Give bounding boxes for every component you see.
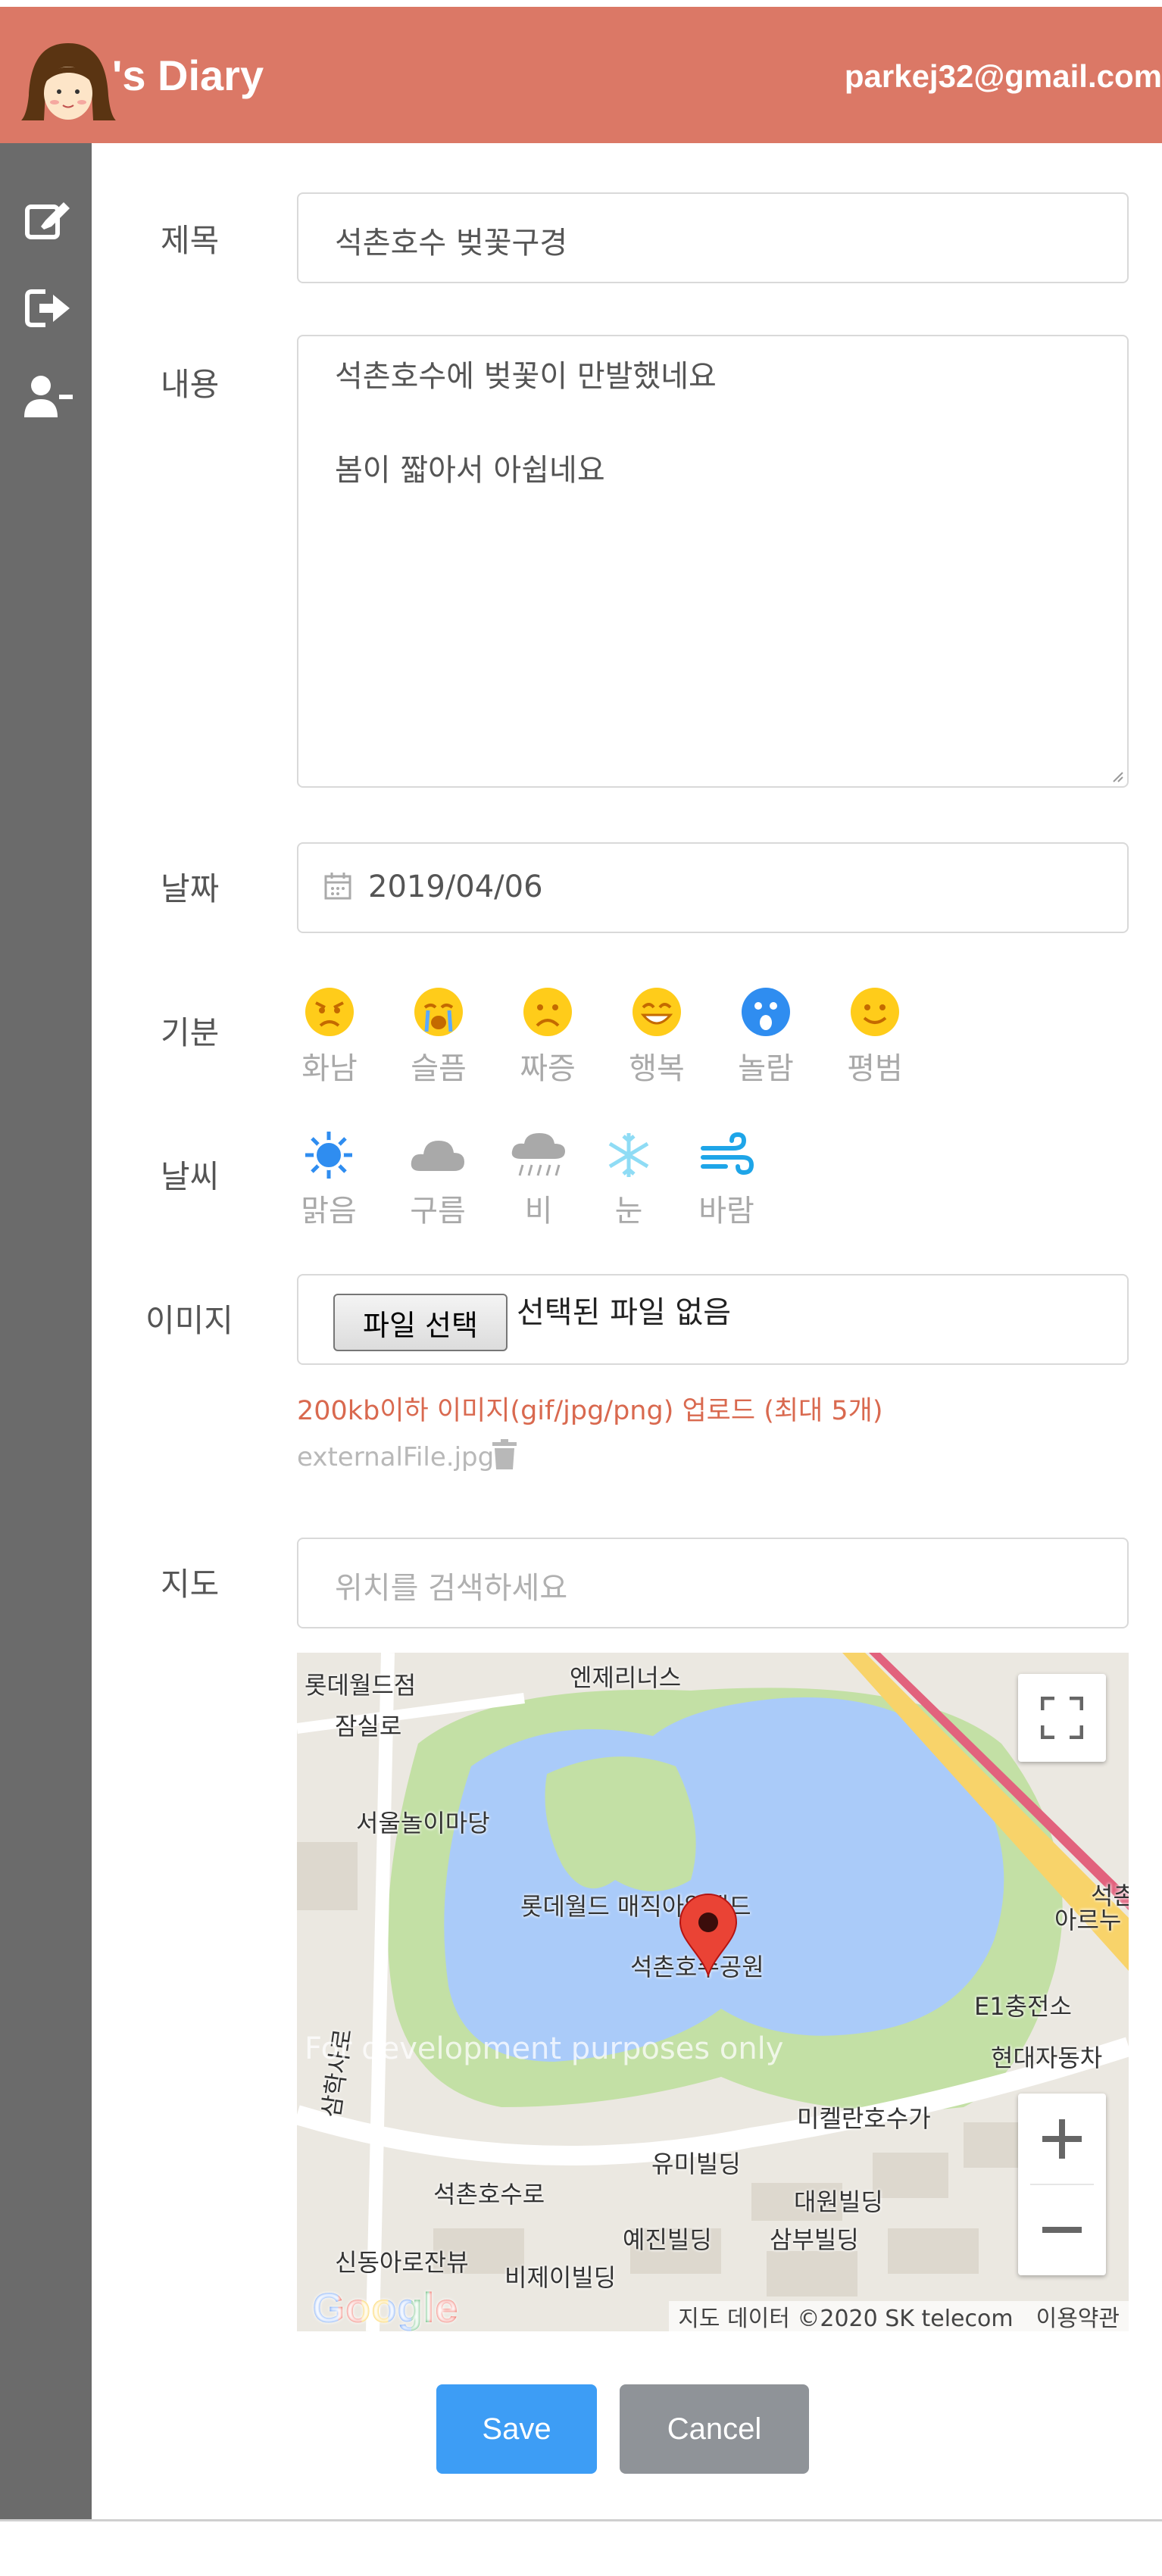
trash-icon[interactable] xyxy=(492,1439,517,1469)
edit-icon[interactable] xyxy=(23,198,73,243)
image-upload-hint: 200kb이하 이미지(gif/jpg/png) 업로드 (최대 5개) xyxy=(297,1396,883,1426)
map-road-label: 석촌호수로 xyxy=(433,2180,545,2209)
map-place-label: 예진빌딩 xyxy=(623,2225,712,2254)
zoom-in-icon[interactable] xyxy=(1039,2116,1085,2162)
content-label: 내용 xyxy=(161,366,220,403)
google-logo: Google xyxy=(312,2283,458,2331)
map-label: 지도 xyxy=(161,1566,220,1603)
title-label: 제목 xyxy=(161,222,220,259)
map-place-label: 비제이빌딩 xyxy=(504,2263,617,2292)
crying-face-icon xyxy=(414,988,463,1036)
map-terms-link[interactable]: 이용약관 xyxy=(1036,2300,1120,2331)
mood-label: 기분 xyxy=(161,1014,220,1051)
content-line-2: 봄이 짧아서 아쉽네요 xyxy=(335,453,605,488)
map-search-input[interactable]: 위치를 검색하세요 xyxy=(297,1538,1129,1628)
title-input-value: 석촌호수 벚꽃구경 xyxy=(335,226,568,261)
weather-option-snow[interactable]: 눈 xyxy=(587,1132,670,1230)
rain-icon xyxy=(511,1133,565,1176)
map-place-label: 미켈란호수가 xyxy=(797,2104,931,2133)
app-header: 's Diary parkej32@gmail.com xyxy=(0,7,1162,143)
angry-face-icon xyxy=(305,988,354,1036)
map-place-label: 서울놀이마당 xyxy=(356,1809,490,1838)
mood-option-sad[interactable]: 슬픔 xyxy=(401,986,476,1088)
file-select-button[interactable]: 파일 선택 xyxy=(333,1294,508,1351)
map-data-attribution: 지도 데이터 ©2020 SK telecom xyxy=(678,2306,1014,2331)
map-view[interactable]: 롯데월드점 엔제리너스 잠실로 서울놀이마당 롯데월드 매직아일랜드 석촌호수공… xyxy=(297,1653,1129,2331)
snowflake-icon xyxy=(608,1133,649,1177)
logout-icon[interactable] xyxy=(23,286,73,331)
map-attribution: 지도 데이터 ©2020 SK telecom 이용약관 xyxy=(669,2301,1129,2331)
google-logo-text: Google xyxy=(312,2284,458,2331)
map-watermark: For development purposes only xyxy=(305,2031,784,2066)
map-place-label: 유미빌딩 xyxy=(651,2150,741,2178)
mood-option-happy[interactable]: 행복 xyxy=(619,986,695,1088)
brand-title: 's Diary xyxy=(112,52,264,99)
mood-label-happy: 행복 xyxy=(629,1051,685,1086)
mood-option-neutral[interactable]: 평범 xyxy=(837,986,913,1088)
save-button[interactable]: Save xyxy=(436,2384,597,2474)
cloud-icon xyxy=(411,1141,464,1171)
weather-label-cloudy: 구름 xyxy=(410,1194,466,1229)
content-textarea[interactable]: 석촌호수에 벚꽃이 만발했네요 봄이 짧아서 아쉽네요 xyxy=(297,335,1129,788)
weather-label-sunny: 맑음 xyxy=(301,1194,357,1229)
fullscreen-icon xyxy=(1041,1697,1083,1739)
user-email[interactable]: parkej32@gmail.com xyxy=(845,58,1162,95)
map-search-placeholder: 위치를 검색하세요 xyxy=(335,1571,568,1606)
title-input[interactable]: 석촌호수 벚꽃구경 xyxy=(297,192,1129,283)
weather-label-snow: 눈 xyxy=(614,1194,643,1229)
date-value: 2019/04/06 xyxy=(368,870,543,904)
girl-avatar-logo-icon xyxy=(21,43,116,120)
mood-option-surprised[interactable]: 놀람 xyxy=(728,986,804,1088)
frowning-face-icon xyxy=(523,988,572,1036)
cancel-button[interactable]: Cancel xyxy=(620,2384,809,2474)
resize-handle-icon[interactable] xyxy=(1110,770,1124,783)
map-place-label: 롯데월드점 xyxy=(305,1671,417,1700)
map-place-label: E1충전소 xyxy=(974,1992,1072,2021)
image-label: 이미지 xyxy=(145,1302,233,1339)
mood-label-sad: 슬픔 xyxy=(411,1051,467,1086)
happy-face-icon xyxy=(633,988,681,1036)
weather-label: 날씨 xyxy=(161,1158,220,1195)
weather-option-wind[interactable]: 바람 xyxy=(685,1132,768,1230)
mood-label-angry: 화남 xyxy=(301,1051,358,1086)
map-place-label: 아르누 xyxy=(1054,1906,1122,1934)
zoom-out-icon[interactable] xyxy=(1039,2207,1085,2253)
fullscreen-button[interactable] xyxy=(1018,1674,1106,1762)
map-place-label: 현대자동차 xyxy=(991,2044,1103,2072)
map-place-label: 대원빌딩 xyxy=(794,2187,883,2216)
footer-divider xyxy=(0,2519,1162,2521)
weather-label-rain: 비 xyxy=(524,1194,553,1229)
weather-label-wind: 바람 xyxy=(698,1194,754,1229)
weather-option-rain[interactable]: 비 xyxy=(497,1132,580,1230)
map-place-label: 삼부빌딩 xyxy=(770,2225,859,2254)
map-road-label: 잠실로 xyxy=(335,1712,402,1741)
mood-label-surprised: 놀람 xyxy=(738,1051,794,1086)
sidebar xyxy=(0,143,92,2519)
date-input[interactable]: 2019/04/06 xyxy=(297,842,1129,933)
file-status-text: 선택된 파일 없음 xyxy=(517,1295,732,1330)
neutral-face-icon xyxy=(851,988,899,1036)
date-label: 날짜 xyxy=(161,870,220,907)
weather-option-sunny[interactable]: 맑음 xyxy=(287,1132,370,1230)
map-marker-icon[interactable] xyxy=(679,1894,738,1977)
mood-option-angry[interactable]: 화남 xyxy=(292,986,367,1088)
remove-user-icon[interactable] xyxy=(23,373,73,419)
mood-label-annoyed: 짜증 xyxy=(520,1051,576,1086)
wind-icon xyxy=(701,1132,754,1176)
mood-label-neutral: 평범 xyxy=(847,1051,903,1086)
sun-icon xyxy=(305,1132,352,1179)
surprised-face-icon xyxy=(742,988,790,1036)
mood-option-annoyed[interactable]: 짜증 xyxy=(510,986,586,1088)
weather-option-cloudy[interactable]: 구름 xyxy=(396,1132,479,1230)
zoom-divider xyxy=(1030,2184,1094,2185)
map-place-label: 신동아로잔뷰 xyxy=(335,2248,469,2277)
existing-file-name[interactable]: externalFile.jpg xyxy=(297,1442,494,1472)
content-line-1: 석촌호수에 벚꽃이 만발했네요 xyxy=(335,359,717,394)
map-place-label: 엔제리너스 xyxy=(570,1663,682,1692)
calendar-icon xyxy=(324,873,351,900)
zoom-controls xyxy=(1018,2094,1106,2275)
